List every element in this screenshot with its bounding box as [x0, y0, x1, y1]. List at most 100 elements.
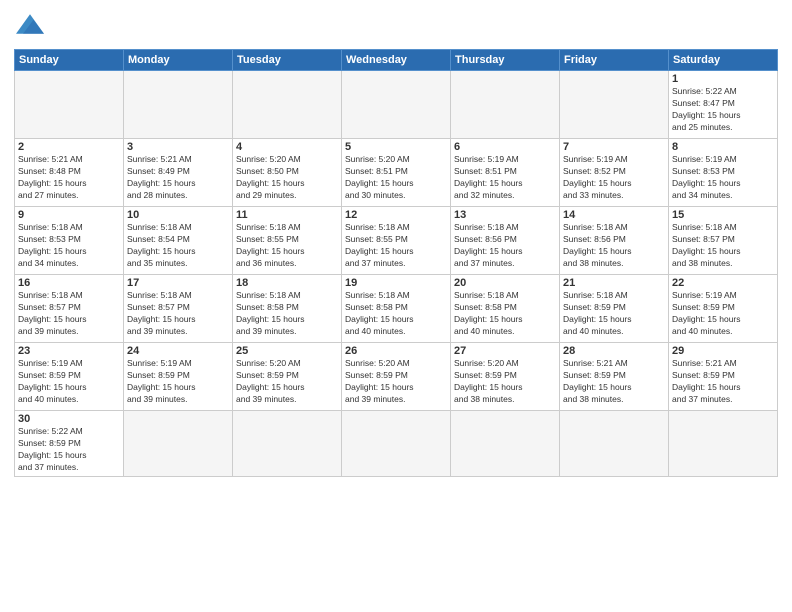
day-info: Sunrise: 5:18 AM Sunset: 8:58 PM Dayligh… — [454, 290, 556, 338]
day-info: Sunrise: 5:22 AM Sunset: 8:47 PM Dayligh… — [672, 86, 774, 134]
calendar-cell — [560, 71, 669, 139]
week-row-3: 16Sunrise: 5:18 AM Sunset: 8:57 PM Dayli… — [15, 275, 778, 343]
calendar-cell — [451, 411, 560, 477]
calendar-cell: 29Sunrise: 5:21 AM Sunset: 8:59 PM Dayli… — [669, 343, 778, 411]
day-info: Sunrise: 5:18 AM Sunset: 8:56 PM Dayligh… — [563, 222, 665, 270]
calendar-cell — [124, 411, 233, 477]
calendar-cell: 10Sunrise: 5:18 AM Sunset: 8:54 PM Dayli… — [124, 207, 233, 275]
day-info: Sunrise: 5:22 AM Sunset: 8:59 PM Dayligh… — [18, 426, 120, 474]
weekday-header-friday: Friday — [560, 50, 669, 71]
day-info: Sunrise: 5:19 AM Sunset: 8:53 PM Dayligh… — [672, 154, 774, 202]
day-info: Sunrise: 5:18 AM Sunset: 8:57 PM Dayligh… — [127, 290, 229, 338]
weekday-header-sunday: Sunday — [15, 50, 124, 71]
day-info: Sunrise: 5:21 AM Sunset: 8:59 PM Dayligh… — [563, 358, 665, 406]
calendar-cell: 2Sunrise: 5:21 AM Sunset: 8:48 PM Daylig… — [15, 139, 124, 207]
weekday-header-wednesday: Wednesday — [342, 50, 451, 71]
weekday-header-thursday: Thursday — [451, 50, 560, 71]
day-number: 26 — [345, 345, 447, 357]
day-number: 5 — [345, 141, 447, 153]
day-number: 16 — [18, 277, 120, 289]
day-info: Sunrise: 5:19 AM Sunset: 8:52 PM Dayligh… — [563, 154, 665, 202]
calendar-cell: 14Sunrise: 5:18 AM Sunset: 8:56 PM Dayli… — [560, 207, 669, 275]
calendar-cell: 4Sunrise: 5:20 AM Sunset: 8:50 PM Daylig… — [233, 139, 342, 207]
day-number: 18 — [236, 277, 338, 289]
calendar-cell: 18Sunrise: 5:18 AM Sunset: 8:58 PM Dayli… — [233, 275, 342, 343]
calendar-cell: 22Sunrise: 5:19 AM Sunset: 8:59 PM Dayli… — [669, 275, 778, 343]
calendar-cell: 23Sunrise: 5:19 AM Sunset: 8:59 PM Dayli… — [15, 343, 124, 411]
day-number: 17 — [127, 277, 229, 289]
calendar-cell — [342, 411, 451, 477]
weekday-header-tuesday: Tuesday — [233, 50, 342, 71]
day-number: 11 — [236, 209, 338, 221]
calendar-cell: 16Sunrise: 5:18 AM Sunset: 8:57 PM Dayli… — [15, 275, 124, 343]
day-info: Sunrise: 5:18 AM Sunset: 8:54 PM Dayligh… — [127, 222, 229, 270]
calendar-cell: 19Sunrise: 5:18 AM Sunset: 8:58 PM Dayli… — [342, 275, 451, 343]
calendar-cell: 17Sunrise: 5:18 AM Sunset: 8:57 PM Dayli… — [124, 275, 233, 343]
day-info: Sunrise: 5:19 AM Sunset: 8:59 PM Dayligh… — [127, 358, 229, 406]
day-number: 21 — [563, 277, 665, 289]
page: SundayMondayTuesdayWednesdayThursdayFrid… — [0, 0, 792, 612]
calendar-cell — [233, 71, 342, 139]
calendar-cell: 30Sunrise: 5:22 AM Sunset: 8:59 PM Dayli… — [15, 411, 124, 477]
day-number: 25 — [236, 345, 338, 357]
day-number: 29 — [672, 345, 774, 357]
day-info: Sunrise: 5:20 AM Sunset: 8:50 PM Dayligh… — [236, 154, 338, 202]
calendar-cell: 28Sunrise: 5:21 AM Sunset: 8:59 PM Dayli… — [560, 343, 669, 411]
day-number: 13 — [454, 209, 556, 221]
calendar-cell: 7Sunrise: 5:19 AM Sunset: 8:52 PM Daylig… — [560, 139, 669, 207]
calendar-cell: 1Sunrise: 5:22 AM Sunset: 8:47 PM Daylig… — [669, 71, 778, 139]
day-number: 30 — [18, 413, 120, 425]
calendar-cell: 5Sunrise: 5:20 AM Sunset: 8:51 PM Daylig… — [342, 139, 451, 207]
calendar-cell: 3Sunrise: 5:21 AM Sunset: 8:49 PM Daylig… — [124, 139, 233, 207]
day-number: 14 — [563, 209, 665, 221]
day-info: Sunrise: 5:21 AM Sunset: 8:59 PM Dayligh… — [672, 358, 774, 406]
day-info: Sunrise: 5:18 AM Sunset: 8:55 PM Dayligh… — [236, 222, 338, 270]
calendar-cell — [342, 71, 451, 139]
day-info: Sunrise: 5:19 AM Sunset: 8:59 PM Dayligh… — [672, 290, 774, 338]
calendar-cell: 27Sunrise: 5:20 AM Sunset: 8:59 PM Dayli… — [451, 343, 560, 411]
calendar-cell: 24Sunrise: 5:19 AM Sunset: 8:59 PM Dayli… — [124, 343, 233, 411]
day-info: Sunrise: 5:19 AM Sunset: 8:59 PM Dayligh… — [18, 358, 120, 406]
day-info: Sunrise: 5:19 AM Sunset: 8:51 PM Dayligh… — [454, 154, 556, 202]
day-number: 28 — [563, 345, 665, 357]
day-info: Sunrise: 5:18 AM Sunset: 8:56 PM Dayligh… — [454, 222, 556, 270]
day-number: 12 — [345, 209, 447, 221]
calendar-cell: 9Sunrise: 5:18 AM Sunset: 8:53 PM Daylig… — [15, 207, 124, 275]
day-info: Sunrise: 5:18 AM Sunset: 8:59 PM Dayligh… — [563, 290, 665, 338]
week-row-4: 23Sunrise: 5:19 AM Sunset: 8:59 PM Dayli… — [15, 343, 778, 411]
calendar-cell — [560, 411, 669, 477]
logo — [14, 10, 44, 43]
day-info: Sunrise: 5:18 AM Sunset: 8:57 PM Dayligh… — [672, 222, 774, 270]
day-number: 23 — [18, 345, 120, 357]
day-number: 7 — [563, 141, 665, 153]
week-row-2: 9Sunrise: 5:18 AM Sunset: 8:53 PM Daylig… — [15, 207, 778, 275]
day-info: Sunrise: 5:20 AM Sunset: 8:51 PM Dayligh… — [345, 154, 447, 202]
calendar-cell — [451, 71, 560, 139]
calendar-cell: 21Sunrise: 5:18 AM Sunset: 8:59 PM Dayli… — [560, 275, 669, 343]
calendar-cell: 20Sunrise: 5:18 AM Sunset: 8:58 PM Dayli… — [451, 275, 560, 343]
day-number: 15 — [672, 209, 774, 221]
calendar: SundayMondayTuesdayWednesdayThursdayFrid… — [14, 49, 778, 477]
calendar-cell: 26Sunrise: 5:20 AM Sunset: 8:59 PM Dayli… — [342, 343, 451, 411]
day-info: Sunrise: 5:18 AM Sunset: 8:58 PM Dayligh… — [345, 290, 447, 338]
day-number: 19 — [345, 277, 447, 289]
day-info: Sunrise: 5:18 AM Sunset: 8:57 PM Dayligh… — [18, 290, 120, 338]
day-number: 10 — [127, 209, 229, 221]
week-row-5: 30Sunrise: 5:22 AM Sunset: 8:59 PM Dayli… — [15, 411, 778, 477]
calendar-cell: 25Sunrise: 5:20 AM Sunset: 8:59 PM Dayli… — [233, 343, 342, 411]
day-number: 4 — [236, 141, 338, 153]
weekday-header-monday: Monday — [124, 50, 233, 71]
calendar-cell: 8Sunrise: 5:19 AM Sunset: 8:53 PM Daylig… — [669, 139, 778, 207]
day-number: 2 — [18, 141, 120, 153]
calendar-cell: 13Sunrise: 5:18 AM Sunset: 8:56 PM Dayli… — [451, 207, 560, 275]
day-info: Sunrise: 5:20 AM Sunset: 8:59 PM Dayligh… — [454, 358, 556, 406]
day-info: Sunrise: 5:18 AM Sunset: 8:53 PM Dayligh… — [18, 222, 120, 270]
day-number: 1 — [672, 73, 774, 85]
weekday-header-row: SundayMondayTuesdayWednesdayThursdayFrid… — [15, 50, 778, 71]
day-info: Sunrise: 5:20 AM Sunset: 8:59 PM Dayligh… — [236, 358, 338, 406]
day-number: 6 — [454, 141, 556, 153]
logo-icon — [16, 10, 44, 38]
calendar-cell — [669, 411, 778, 477]
day-info: Sunrise: 5:21 AM Sunset: 8:48 PM Dayligh… — [18, 154, 120, 202]
calendar-cell — [124, 71, 233, 139]
